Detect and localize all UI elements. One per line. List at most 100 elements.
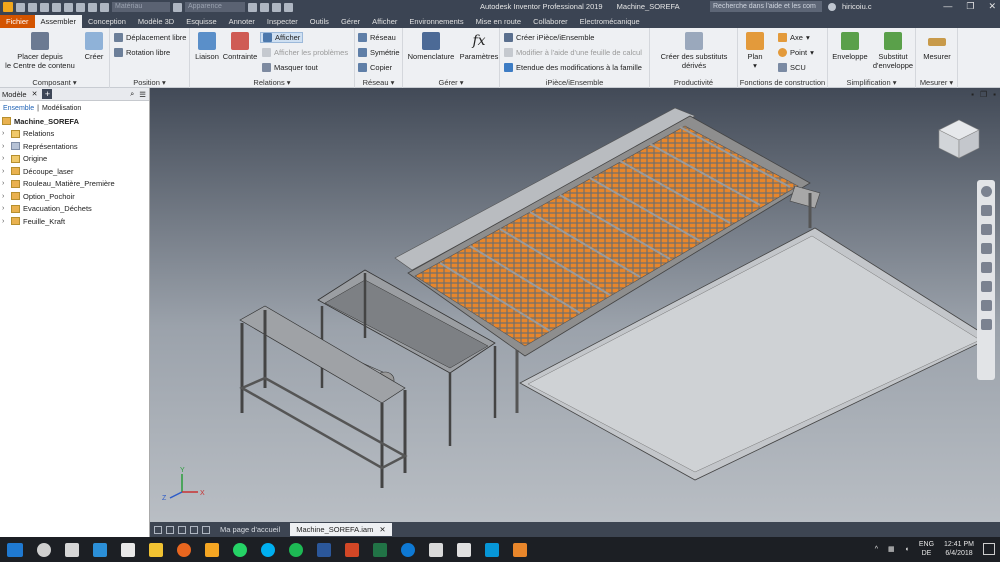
constraint-button[interactable]: Contrainte (222, 32, 258, 61)
clear-icon[interactable] (260, 2, 269, 12)
expand-arrow-icon[interactable]: › (2, 180, 8, 187)
expand-arrow-icon[interactable]: › (2, 130, 8, 137)
walk-icon[interactable] (980, 300, 992, 311)
tab-annoter[interactable]: Annoter (223, 15, 261, 28)
app-icon-1[interactable] (65, 542, 79, 557)
skype-icon[interactable] (261, 542, 275, 557)
tab-home-page[interactable]: Ma page d'accueil (214, 523, 286, 536)
group-label-reseau[interactable]: Réseau ▾ (355, 78, 402, 87)
excel-icon[interactable] (373, 542, 387, 557)
redo-icon[interactable] (64, 2, 73, 12)
tab-machine-sorefa[interactable]: Machine_SOREFA.iam ✕ (290, 523, 392, 536)
expand-arrow-icon[interactable]: › (2, 168, 8, 175)
app-icon-4[interactable] (457, 542, 471, 557)
doc-menu-icon[interactable] (202, 525, 210, 534)
envelope-substitute-button[interactable]: Substitut d'enveloppe (872, 32, 914, 70)
adjust-icon[interactable] (248, 2, 257, 12)
modify-spreadsheet-button[interactable]: Modifier à l'aide d'une feuille de calcu… (504, 48, 642, 57)
volume-icon[interactable]: ◖ (905, 546, 909, 553)
tab-inspecter[interactable]: Inspecter (261, 15, 304, 28)
create-component-button[interactable]: Créer (80, 32, 108, 61)
save-icon[interactable] (40, 2, 49, 12)
task-view-icon[interactable] (37, 542, 51, 557)
minimize-icon[interactable]: — (943, 1, 952, 12)
look-at-icon[interactable] (980, 281, 992, 292)
tab-assembler[interactable]: Assembler (34, 15, 82, 28)
hide-all-button[interactable]: Masquer tout (262, 63, 318, 72)
pattern-button[interactable]: Réseau (358, 33, 396, 42)
word-icon[interactable] (317, 542, 331, 557)
tree-root[interactable]: Machine_SOREFA (2, 115, 149, 128)
point-button[interactable]: Point ▾ (778, 48, 814, 57)
tab-mise-en-route[interactable]: Mise en route (470, 15, 527, 28)
graphics-viewport[interactable]: ▪ ❐ ▪ Y X Z (150, 88, 1000, 522)
home-icon[interactable] (76, 2, 85, 12)
spotify-icon[interactable] (289, 542, 303, 557)
tab-conception[interactable]: Conception (82, 15, 132, 28)
viewcube[interactable] (936, 118, 982, 160)
derived-substitutes-button[interactable]: Créer des substituts dérivés (656, 32, 732, 70)
tree-item-evacuation[interactable]: › Evacuation_Déchets (2, 203, 149, 216)
subtab-modelisation[interactable]: Modélisation (42, 105, 81, 112)
undo-icon[interactable] (52, 2, 61, 12)
tab-gerer[interactable]: Gérer (335, 15, 366, 28)
tray-chevron-icon[interactable]: ^ (875, 546, 878, 553)
family-scope-button[interactable]: Etendue des modifications à la famille (504, 63, 642, 72)
show-relations-button[interactable]: Afficher (260, 32, 304, 43)
expand-arrow-icon[interactable]: › (2, 143, 8, 150)
close-icon[interactable]: ✕ (988, 1, 996, 12)
zoom-window-icon[interactable] (980, 262, 992, 273)
tree-item-rouleau[interactable]: › Rouleau_Matière_Première (2, 178, 149, 191)
tree-item-feuille-kraft[interactable]: › Feuille_Kraft (2, 215, 149, 228)
material-dropdown[interactable]: Matériau (112, 2, 170, 12)
expand-arrow-icon[interactable]: › (2, 218, 8, 225)
expand-arrow-icon[interactable]: › (2, 205, 8, 212)
joint-button[interactable]: Liaison (194, 32, 220, 61)
bom-button[interactable]: Nomenclature (405, 32, 457, 61)
machine-model[interactable]: Y X Z (150, 88, 1000, 522)
app-icon-3[interactable] (205, 542, 219, 557)
mail-icon[interactable] (121, 542, 135, 557)
autodesk-icon[interactable] (485, 542, 499, 557)
orbit-icon[interactable] (980, 243, 992, 254)
group-label-gerer[interactable]: Gérer ▾ (403, 78, 499, 87)
steering-wheel-icon[interactable] (980, 186, 992, 197)
tab-modele-3d[interactable]: Modèle 3D (132, 15, 180, 28)
tab-esquisse[interactable]: Esquisse (180, 15, 222, 28)
expand-icon[interactable] (284, 2, 293, 12)
appearance-dropdown[interactable]: Apparence (185, 2, 245, 12)
formula-icon[interactable] (272, 2, 281, 12)
place-content-center-button[interactable]: Placer depuis le Centre de contenu (4, 32, 76, 70)
group-label-composant[interactable]: Composant ▾ (0, 78, 109, 87)
user-icon[interactable] (828, 2, 836, 11)
file-explorer-icon[interactable] (149, 542, 163, 557)
group-label-simplification[interactable]: Simplification ▾ (828, 78, 915, 87)
tab-electromecanique[interactable]: Electromécanique (574, 15, 646, 28)
powerpoint-icon[interactable] (345, 542, 359, 557)
pan-hand-icon[interactable] (980, 205, 992, 216)
group-label-mesurer[interactable]: Mesurer ▾ (916, 78, 957, 87)
free-move-button[interactable]: Déplacement libre (114, 33, 186, 42)
notification-center-icon[interactable] (983, 543, 995, 555)
new-file-icon[interactable] (16, 2, 25, 12)
restore-icon[interactable]: ❐ (966, 1, 974, 12)
open-folder-icon[interactable] (28, 2, 37, 12)
user-name[interactable]: hiricoiu.c (842, 2, 872, 11)
close-doc-icon[interactable]: ✕ (379, 523, 385, 536)
app-icon-2[interactable] (93, 542, 107, 557)
mirror-button[interactable]: Symétrie (358, 48, 400, 57)
windows-start-icon[interactable] (7, 542, 23, 557)
language-indicator[interactable]: ENG DE (919, 540, 934, 558)
menu-icon[interactable]: ☰ (139, 90, 149, 99)
select-icon[interactable] (100, 2, 109, 12)
tab-afficher[interactable]: Afficher (366, 15, 403, 28)
whatsapp-icon[interactable] (233, 542, 247, 557)
tree-item-option-pochoir[interactable]: › Option_Pochoir (2, 190, 149, 203)
parameters-button[interactable]: fx Paramètres (459, 32, 499, 61)
teamviewer-icon[interactable] (401, 542, 415, 557)
group-label-relations[interactable]: Relations ▾ (190, 78, 354, 87)
tree-item-origine[interactable]: › Origine (2, 153, 149, 166)
expand-arrow-icon[interactable]: › (2, 193, 8, 200)
firefox-icon[interactable] (177, 542, 191, 557)
window-list-icon[interactable] (190, 525, 198, 534)
